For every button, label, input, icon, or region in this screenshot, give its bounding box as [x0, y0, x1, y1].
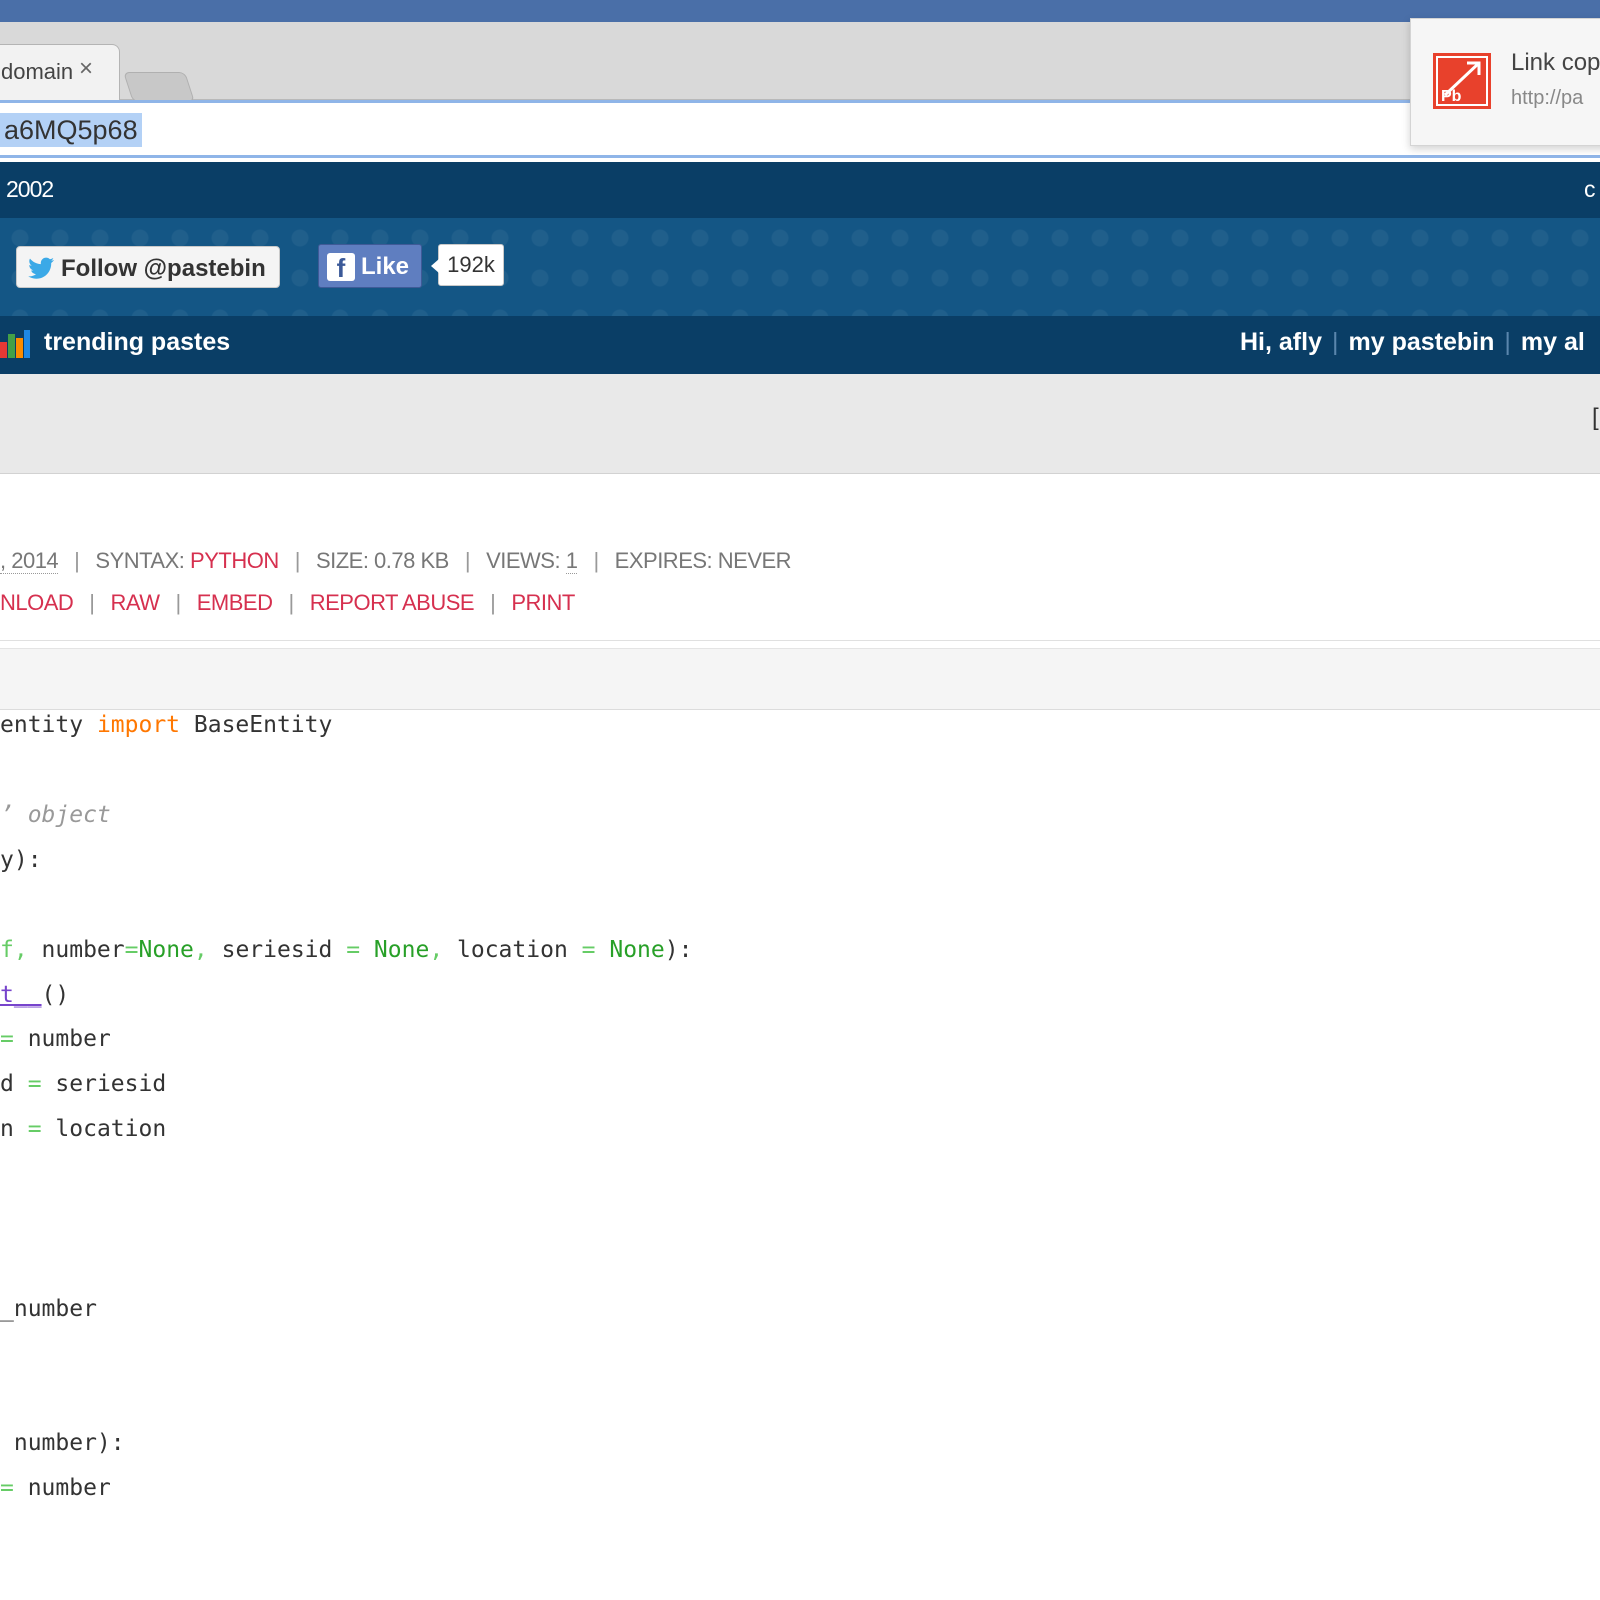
report-abuse-link[interactable]: REPORT ABUSE [310, 590, 475, 615]
syntax-value[interactable]: PYTHON [190, 548, 279, 573]
print-link[interactable]: PRINT [511, 590, 575, 615]
code-line: n = location [0, 1116, 167, 1142]
code-line: = number [0, 1026, 111, 1052]
code-line: number): [0, 1430, 125, 1456]
my-alerts-link[interactable]: my al [1521, 328, 1585, 356]
paste-meta: , 2014 | SYNTAX: PYTHON | SIZE: 0.78 KB | VIEW… [0, 548, 792, 574]
facebook-like-button[interactable]: f Like [318, 244, 422, 288]
code-line: ’ object [0, 802, 111, 828]
grey-toolbar-right[interactable]: [ [1592, 404, 1599, 432]
paste-actions: NLOAD | RAW | EMBED | REPORT ABUSE | PRINT [0, 590, 575, 615]
paste-size: SIZE: 0.78 KB [315, 548, 449, 573]
views-value: 1 [565, 548, 578, 574]
expires: EXPIRES: NEVER [614, 548, 792, 573]
new-tab-button[interactable] [123, 72, 195, 102]
divider [0, 640, 1600, 641]
social-bar: Follow @pastebin f Like 192k [0, 218, 1600, 316]
facebook-like-label: Like [361, 253, 410, 280]
pastebin-logo-icon: Pb [1433, 53, 1491, 109]
top-right-link[interactable]: c [1584, 176, 1596, 203]
user-greeting[interactable]: Hi, afly [1240, 328, 1322, 356]
browser-tab[interactable]: domain × [0, 44, 120, 100]
views-label: VIEWS: [486, 548, 561, 573]
tab-bar: domain × [0, 22, 1600, 102]
url-text[interactable]: a6MQ5p68 [0, 113, 142, 147]
top-info-bar: 2002 c [0, 162, 1600, 218]
code-line: _number [0, 1296, 97, 1322]
code-line: y): [0, 847, 42, 873]
syntax-label: SYNTAX: [95, 548, 185, 573]
grey-toolbar: [ [0, 374, 1600, 474]
tab-close-icon[interactable]: × [79, 55, 93, 83]
raw-link[interactable]: RAW [111, 590, 161, 615]
window-top-strip [0, 0, 1600, 22]
embed-link[interactable]: EMBED [197, 590, 273, 615]
like-count-badge: 192k [431, 244, 504, 286]
trending-chart-icon [0, 330, 30, 358]
code-line: entity import BaseEntity [0, 712, 333, 738]
notification-title: Link cop [1511, 49, 1600, 76]
logo-text: Pb [1441, 88, 1462, 105]
main-nav-bar: trending pastes Hi, afly | my pastebin | my … [0, 316, 1600, 374]
code-line: f, number=None, seriesid = None, locatio… [0, 937, 693, 963]
twitter-follow-button[interactable]: Follow @pastebin [16, 246, 280, 288]
code-line: t__() [0, 982, 70, 1008]
twitter-follow-label: Follow @pastebin [61, 255, 266, 282]
trending-pastes-link[interactable]: trending pastes [44, 328, 230, 357]
download-link[interactable]: NLOAD [0, 590, 74, 615]
since-year: 2002 [6, 176, 54, 202]
notification-url: http://pa [1511, 87, 1584, 109]
facebook-icon: f [327, 253, 355, 283]
address-bar[interactable]: a6MQ5p68 [0, 100, 1600, 158]
code-header-bar [0, 648, 1600, 710]
my-pastebin-link[interactable]: my pastebin [1348, 328, 1494, 356]
code-line: = number [0, 1475, 111, 1501]
paste-date: , 2014 [0, 548, 59, 574]
user-nav: Hi, afly | my pastebin | my al [1240, 328, 1585, 356]
twitter-bird-icon [28, 257, 54, 279]
tab-title: domain [1, 59, 74, 84]
code-line: d = seriesid [0, 1071, 167, 1097]
link-copied-notification[interactable]: Pb Link cop http://pa [1410, 18, 1600, 146]
